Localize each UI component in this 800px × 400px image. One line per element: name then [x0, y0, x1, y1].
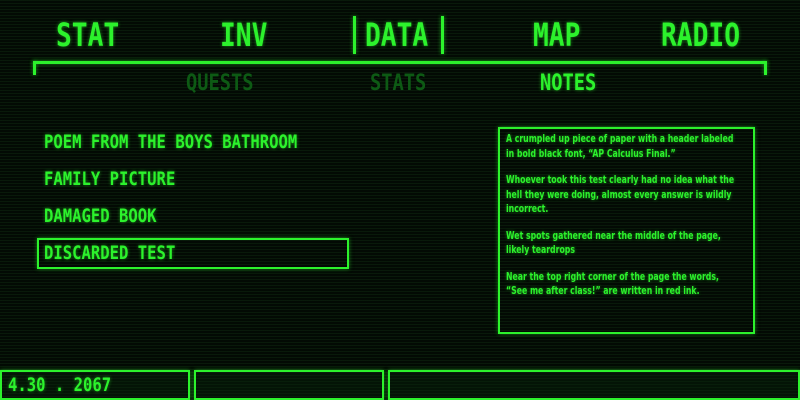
status-date-box: 4.30 . 2067 — [0, 370, 190, 400]
detail-paragraph: Near the top right corner of the page th… — [506, 270, 719, 298]
main-tab-map[interactable]: MAP — [533, 14, 580, 56]
note-item-damaged-book[interactable]: DAMAGED BOOK — [44, 203, 157, 229]
sub-tab-quests[interactable]: QUESTS — [186, 70, 254, 98]
active-tab-right-bar — [441, 16, 444, 54]
sub-tab-notes[interactable]: NOTES — [540, 70, 596, 98]
status-right-box — [388, 370, 800, 400]
status-middle-box — [194, 370, 384, 400]
main-tab-radio[interactable]: RADIO — [661, 14, 740, 56]
detail-paragraph: Whoever took this test clearly had no id… — [506, 174, 735, 215]
note-item-discarded-test[interactable]: DISCARDED TEST — [44, 240, 175, 266]
sub-tab-stats[interactable]: STATS — [370, 70, 426, 98]
detail-paragraph: Wet spots gathered near the middle of th… — [506, 229, 721, 257]
main-tab-data[interactable]: DATA — [365, 14, 428, 56]
note-detail-panel: A crumpled up piece of paper with a head… — [498, 127, 755, 334]
header-frame-line — [33, 61, 767, 64]
note-detail-text: A crumpled up piece of paper with a head… — [506, 132, 743, 311]
detail-paragraph: A crumpled up piece of paper with a head… — [506, 133, 734, 160]
status-date: 4.30 . 2067 — [8, 374, 112, 396]
active-tab-left-bar — [353, 16, 356, 54]
note-item-poem[interactable]: POEM FROM THE BOYS BATHROOM — [44, 129, 297, 155]
header-frame-left-tick — [33, 61, 36, 75]
note-item-family-picture[interactable]: FAMILY PICTURE — [44, 166, 175, 192]
main-tab-stat[interactable]: STAT — [56, 14, 119, 56]
main-tab-inv[interactable]: INV — [220, 14, 267, 56]
header-frame-right-tick — [764, 61, 767, 75]
